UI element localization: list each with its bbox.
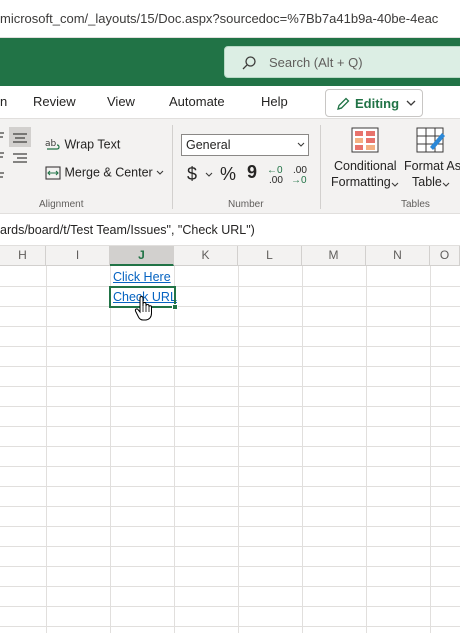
grid-line: [0, 386, 460, 387]
tab-automate[interactable]: Automate: [169, 94, 225, 109]
chevron-down-icon[interactable]: [205, 171, 213, 179]
align-icons[interactable]: [0, 127, 32, 185]
chevron-down-icon: [297, 142, 305, 147]
tables-group-label: Tables: [401, 199, 430, 210]
tab-review[interactable]: Review: [33, 94, 76, 109]
alignment-group-label: Alignment: [39, 199, 84, 210]
currency-button[interactable]: $: [187, 164, 197, 185]
editing-mode-button[interactable]: Editing: [325, 89, 423, 117]
tab-view[interactable]: View: [107, 94, 135, 109]
chevron-down-icon: [156, 170, 164, 175]
conditional-label-2: Formatting: [331, 175, 391, 189]
conditional-formatting-button[interactable]: Conditional Formatting: [328, 125, 400, 197]
merge-center-icon: [45, 166, 61, 180]
conditional-formatting-icon: [351, 127, 379, 153]
number-format-dropdown[interactable]: General: [181, 134, 309, 156]
grid-line: [46, 266, 47, 633]
wrap-text-label: Wrap Text: [64, 137, 121, 152]
formula-bar[interactable]: ards/board/t/Test Team/Issues", "Check U…: [0, 214, 460, 246]
grid-line: [238, 266, 239, 633]
grid-line: [0, 366, 460, 367]
column-header-l[interactable]: L: [238, 246, 302, 266]
grid-line: [0, 446, 460, 447]
chevron-down-icon: [406, 100, 416, 106]
number-format-value: General: [186, 138, 231, 152]
grid-line: [0, 506, 460, 507]
number-group-label: Number: [228, 199, 264, 210]
editing-label: Editing: [355, 96, 400, 111]
comma-style-button[interactable]: 9: [247, 162, 257, 183]
url-text[interactable]: microsoft_com/_layouts/15/Doc.aspx?sourc…: [0, 11, 438, 26]
ribbon: ab Wrap Text Merge & Center Alignment $ …: [0, 118, 460, 214]
grid-line: [0, 326, 460, 327]
grid-line: [0, 586, 460, 587]
grid-line: [0, 566, 460, 567]
grid-line: [0, 286, 460, 287]
grid-line: [0, 346, 460, 347]
column-header-k[interactable]: K: [174, 246, 238, 266]
decrease-decimal-button[interactable]: .00 →0: [291, 166, 309, 188]
search-icon: [242, 56, 256, 70]
grid-line: [110, 266, 111, 633]
merge-center-button[interactable]: Merge & Center: [45, 165, 164, 181]
fill-handle[interactable]: [172, 304, 178, 310]
formula-text[interactable]: ards/board/t/Test Team/Issues", "Check U…: [0, 223, 255, 237]
percent-button[interactable]: %: [220, 164, 236, 185]
ribbon-separator: [172, 125, 173, 209]
search-box[interactable]: Search (Alt + Q): [224, 46, 460, 78]
grid-line: [0, 606, 460, 607]
wrap-text-icon: ab: [45, 139, 60, 150]
ribbon-separator: [320, 125, 321, 209]
grid-line: [0, 426, 460, 427]
grid-line: [430, 266, 431, 633]
tab-help[interactable]: Help: [261, 94, 288, 109]
cell-j-hyperlink-click-here[interactable]: Click Here: [113, 270, 171, 284]
column-header-h[interactable]: H: [0, 246, 46, 266]
wrap-text-button[interactable]: ab Wrap Text: [45, 137, 120, 153]
column-header-n[interactable]: N: [366, 246, 430, 266]
search-placeholder: Search (Alt + Q): [269, 55, 363, 70]
app-header: Search (Alt + Q): [0, 38, 460, 86]
column-header-o[interactable]: O: [430, 246, 460, 266]
chevron-down-icon: [442, 182, 450, 187]
column-header-i[interactable]: I: [46, 246, 110, 266]
hand-pointer-icon: [134, 296, 152, 321]
decrease-decimal-bottom: →0: [291, 175, 307, 186]
conditional-label-1: Conditional: [334, 159, 397, 173]
grid-line: [0, 466, 460, 467]
pencil-icon: [337, 97, 350, 110]
column-header-m[interactable]: M: [302, 246, 366, 266]
cell-grid[interactable]: [0, 266, 460, 633]
format-as-label-1: Format As: [404, 159, 460, 173]
increase-decimal-bottom: .00: [269, 175, 283, 186]
grid-line: [302, 266, 303, 633]
svg-text:ab: ab: [45, 139, 57, 149]
grid-line: [0, 626, 460, 627]
chevron-down-icon: [391, 182, 399, 187]
format-as-table-button[interactable]: Format As Table: [402, 125, 460, 197]
grid-line: [0, 526, 460, 527]
grid-line: [366, 266, 367, 633]
grid-line: [0, 486, 460, 487]
format-as-table-icon: [416, 127, 445, 153]
browser-url-bar[interactable]: microsoft_com/_layouts/15/Doc.aspx?sourc…: [0, 0, 460, 38]
grid-line: [0, 546, 460, 547]
grid-line: [174, 266, 175, 633]
column-header-j[interactable]: J: [110, 246, 174, 266]
increase-decimal-button[interactable]: ←0 .00: [267, 166, 285, 188]
tab-partial[interactable]: n: [0, 94, 7, 109]
merge-center-label: Merge & Center: [64, 165, 153, 180]
grid-line: [0, 406, 460, 407]
grid-line: [0, 306, 460, 307]
format-as-label-2: Table: [412, 175, 442, 189]
